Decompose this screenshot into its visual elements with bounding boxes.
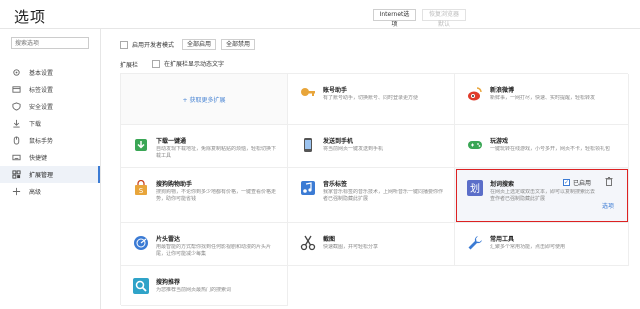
sidebar-item-label: 高级: [29, 189, 42, 196]
extension-desc: 一键玩转在线游戏，小号多开，网页不卡，轻松领礼包: [490, 146, 610, 152]
page-title: 选项: [14, 8, 47, 26]
gear-icon: [12, 68, 21, 77]
phone-icon: [300, 137, 316, 153]
sidebar-item-label: 标签设置: [29, 87, 54, 94]
sidebar-item-extensions[interactable]: 扩展管理: [0, 166, 100, 183]
extension-desc: 有了账号助手，切换账号、同时登录更方便: [323, 95, 419, 101]
download-link-icon: [133, 137, 149, 153]
dynamic-text-checkbox[interactable]: [152, 59, 160, 68]
dynamic-text-label: 在扩展栏显示动态文字: [164, 61, 225, 68]
enable-all-button[interactable]: 全部启用: [182, 39, 217, 50]
extension-name: 搜狗购物助手: [156, 181, 193, 188]
radar-icon: [133, 235, 149, 251]
sidebar-item-label: 下载: [29, 121, 42, 128]
reset-browser-button[interactable]: 恢复浏览器默认: [422, 9, 466, 28]
wrench-icon: [467, 235, 483, 251]
check-icon: ✓: [563, 179, 570, 186]
sidebar-item-label: 扩展管理: [29, 172, 54, 179]
extension-card[interactable]: 截图 快速截图，并可轻松分享: [288, 223, 455, 266]
dev-mode-row: 启用开发者模式 全部启用 全部禁用: [120, 39, 256, 50]
sidebar-item-shortcuts[interactable]: 快捷键: [0, 149, 100, 166]
word-search-icon: 划: [467, 180, 483, 196]
extension-desc: 自动发现下载地址，免除复制粘贴的烦恼，轻松切换下载工具: [156, 146, 276, 159]
extensions-panel: 启用开发者模式 全部启用 全部禁用 扩展栏 在扩展栏显示动态文字 + 获取更多扩…: [102, 29, 640, 309]
extension-name: 账号助手: [323, 87, 348, 94]
shopping-icon: S: [133, 180, 149, 196]
scissors-icon: [300, 235, 316, 251]
extension-name: 玩游戏: [490, 138, 509, 145]
sidebar-item-label: 安全设置: [29, 104, 54, 111]
extensions-icon: [12, 170, 21, 179]
extension-desc: 搜狗购物，不论你到多少地都有价格，一键查看价格走势，助你可能省钱: [156, 189, 276, 202]
extension-desc: 在网页上选定或双击文本，即可以复制搜索比去查作者已强制隐藏此扩展: [490, 189, 596, 202]
header: 选项 Internet选项 恢复浏览器默认: [0, 0, 640, 29]
music-icon: [300, 180, 316, 196]
extension-desc: 快速截图，并可轻松分享: [323, 244, 379, 250]
extension-card[interactable]: 玩游戏 一键玩转在线游戏，小号多开，网页不卡，轻松领礼包: [455, 125, 629, 168]
sidebar-item-label: 快捷键: [29, 155, 48, 162]
sidebar-item-tabs[interactable]: 标签设置: [0, 81, 100, 98]
search-input[interactable]: [11, 37, 89, 49]
shield-icon: [12, 102, 21, 111]
extensions-grid: + 获取更多扩展 账号助手 有了账号助手，切换账号、同时登录更方便 新浪微博 新…: [120, 73, 629, 306]
sidebar-item-advanced[interactable]: 高级: [0, 183, 100, 200]
key-icon: [300, 86, 316, 102]
extension-desc: 为您推荐当前网页最热门的搜索词: [156, 287, 232, 293]
enabled-label: 已启用: [573, 180, 592, 187]
magnifier-icon: [133, 278, 149, 294]
disable-all-button[interactable]: 全部禁用: [221, 39, 256, 50]
extension-bar-title: 扩展栏: [120, 62, 139, 69]
gamepad-icon: [467, 137, 483, 153]
extension-card[interactable]: S 搜狗购物助手 搜狗购物，不论你到多少地都有价格，一键查看价格走势，助你可能省…: [121, 168, 288, 223]
trash-icon[interactable]: [605, 177, 613, 186]
extension-name: 发送到手机: [323, 138, 354, 145]
sidebar-item-label: 鼠标手势: [29, 138, 54, 145]
extension-name: 音乐标签: [323, 181, 348, 188]
extension-card[interactable]: 账号助手 有了账号助手，切换账号、同时登录更方便: [288, 74, 455, 125]
sidebar-item-basic[interactable]: 基本设置: [0, 64, 100, 81]
extension-card[interactable]: 片头雷达 用最智能的方式帮你找到任何影视剧和动漫的片头片尾，让你可能减少每集: [121, 223, 288, 266]
download-icon: [12, 119, 21, 128]
extension-name: 常用工具: [490, 236, 515, 243]
extension-card[interactable]: 发送到手机 将当前网页一键发送到手机: [288, 125, 455, 168]
svg-text:划: 划: [470, 182, 480, 195]
internet-options-button[interactable]: Internet选项: [373, 9, 416, 28]
extension-name: 新浪微博: [490, 87, 515, 94]
keyboard-icon: [12, 153, 21, 162]
extension-card[interactable]: 搜狗推荐 为您推荐当前网页最热门的搜索词: [121, 266, 288, 306]
weibo-icon: [467, 86, 483, 102]
extension-card[interactable]: 下载一键通 自动发现下载地址，免除复制粘贴的烦恼，轻松切换下载工具: [121, 125, 288, 168]
extension-bar-option: 在扩展栏显示动态文字: [152, 59, 224, 68]
extension-card[interactable]: 音乐标签 我家音乐标签的音乐技术，上网听音乐一键同播要你作者已强制隐藏此扩展: [288, 168, 455, 223]
get-more-extensions[interactable]: + 获取更多扩展: [121, 74, 288, 125]
sidebar-item-download[interactable]: 下载: [0, 115, 100, 132]
extension-name: 截图: [323, 236, 336, 243]
extension-desc: 新鲜事，一网打尽，快速、实时提醒，轻松转发: [490, 95, 596, 101]
extension-desc: 我家音乐标签的音乐技术，上网听音乐一键同播要你作者已强制隐藏此扩展: [323, 189, 443, 202]
extension-name: 下载一键通: [156, 138, 187, 145]
extension-card-highlighted[interactable]: 划 划词搜索 在网页上选定或双击文本，即可以复制搜索比去查作者已强制隐藏此扩展 …: [455, 168, 629, 223]
sidebar: 基本设置 标签设置 安全设置 下载 鼠标手势 快捷键 扩展管理 高级: [0, 29, 101, 309]
options-link[interactable]: 选项: [602, 201, 614, 210]
extension-desc: 汇聚多个常用功能，点击即可使用: [490, 244, 566, 250]
extension-card[interactable]: 新浪微博 新鲜事，一网打尽，快速、实时提醒，轻松转发: [455, 74, 629, 125]
svg-text:S: S: [139, 187, 144, 195]
extension-name: 划词搜索: [490, 181, 515, 188]
extension-desc: 将当前网页一键发送到手机: [323, 146, 384, 152]
sidebar-item-label: 基本设置: [29, 70, 54, 77]
extension-card[interactable]: 常用工具 汇聚多个常用功能，点击即可使用: [455, 223, 629, 266]
extension-desc: 用最智能的方式帮你找到任何影视剧和动漫的片头片尾，让你可能减少每集: [156, 244, 272, 257]
dev-mode-label: 启用开发者模式: [132, 42, 175, 49]
advanced-icon: [12, 187, 21, 196]
dev-mode-checkbox[interactable]: [120, 40, 128, 49]
extension-name: 搜狗推荐: [156, 279, 181, 286]
sidebar-item-mouse-gesture[interactable]: 鼠标手势: [0, 132, 100, 149]
tab-icon: [12, 85, 21, 94]
mouse-icon: [12, 136, 21, 145]
sidebar-item-security[interactable]: 安全设置: [0, 98, 100, 115]
get-more-label: + 获取更多扩展: [182, 96, 226, 104]
extension-name: 片头雷达: [156, 236, 181, 243]
enabled-toggle[interactable]: ✓ 已启用: [563, 178, 591, 187]
